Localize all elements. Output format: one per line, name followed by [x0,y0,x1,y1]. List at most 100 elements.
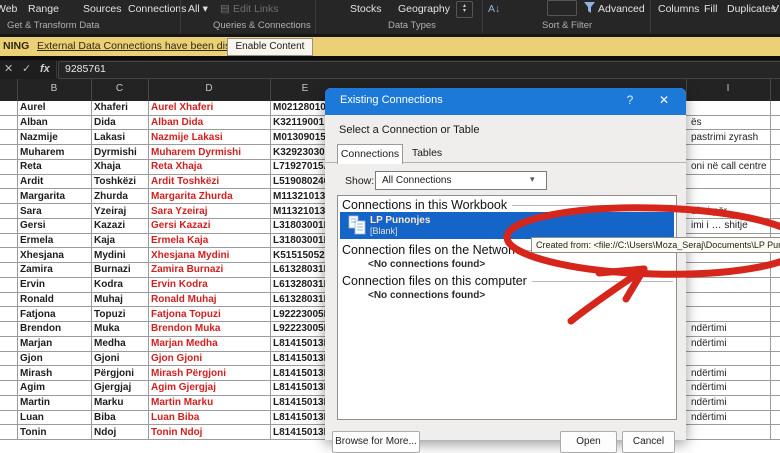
ribbon-button-sources[interactable]: Sources [83,2,122,16]
insert-function-icon[interactable]: fx [40,63,50,76]
ribbon-button-range[interactable]: Range [28,2,59,16]
cell-last-name[interactable]: Lakasi [91,130,151,144]
cell-full-name[interactable]: Zamira Burnazi [148,263,273,277]
data-validation-button[interactable]: V [772,2,779,16]
cell-last-name[interactable]: Marku [91,396,151,410]
edit-links-button[interactable]: Edit Links [233,2,279,16]
cell-last-name[interactable]: Kazazi [91,219,151,233]
cell-full-name[interactable]: Reta Xhaja [148,160,273,174]
cell-full-name[interactable]: Marjan Medha [148,337,273,351]
cell-note[interactable]: ndërtimi [688,322,780,336]
sort-ascending-icon[interactable]: A↓ [488,2,500,16]
formula-enter-icon[interactable]: ✓ [22,63,31,76]
cell-first-name[interactable]: Sara [17,204,94,218]
cell-first-name[interactable]: Ervin [17,278,94,292]
flash-fill-button[interactable]: Fill [704,2,717,16]
ribbon-button-connections[interactable]: Connections [128,2,186,16]
cell-full-name[interactable]: Nazmije Lakasi [148,130,273,144]
cell-first-name[interactable]: Nazmije [17,130,94,144]
cell-last-name[interactable]: Gjoni [91,352,151,366]
cell-full-name[interactable]: Luan Biba [148,411,273,425]
browse-for-more-button[interactable]: Browse for More... [332,431,420,453]
cell-first-name[interactable]: Gersi [17,219,94,233]
cell-last-name[interactable]: Gjergjaj [91,381,151,395]
cell-first-name[interactable]: Brendon [17,322,94,336]
cell-full-name[interactable]: Alban Dida [148,116,273,130]
cell-full-name[interactable]: Margarita Zhurda [148,189,273,203]
advanced-filter-button[interactable]: Advanced [598,2,645,16]
cell-last-name[interactable]: Mydini [91,248,151,262]
cell-full-name[interactable]: Agim Gjergjaj [148,381,273,395]
data-type-stocks[interactable]: Stocks [350,2,382,16]
cell-last-name[interactable]: Ndoj [91,425,151,439]
cell-full-name[interactable]: Aurel Xhaferi [148,101,273,115]
gallery-scroll-button[interactable]: ▴▾ [456,1,473,18]
filter-box[interactable] [547,0,577,16]
cell-full-name[interactable]: Sara Yzeiraj [148,204,273,218]
cell-note[interactable]: ndërtimi [688,337,780,351]
column-header-D[interactable]: D [148,83,270,94]
cell-last-name[interactable]: Përgjoni [91,366,151,380]
enable-content-button[interactable]: Enable Content [227,38,313,56]
cell-first-name[interactable]: Mirash [17,366,94,380]
cell-full-name[interactable]: Ervin Kodra [148,278,273,292]
cell-last-name[interactable]: Biba [91,411,151,425]
cell-first-name[interactable]: Ronald [17,293,94,307]
tab-tables[interactable]: Tables [405,144,449,163]
column-header-C[interactable]: C [91,83,148,94]
cell-first-name[interactable]: Reta [17,160,94,174]
cell-first-name[interactable]: Fatjona [17,307,94,321]
cell-full-name[interactable]: Brendon Muka [148,322,273,336]
cell-last-name[interactable]: Dyrmishi [91,145,151,159]
cell-first-name[interactable]: Ermela [17,234,94,248]
cell-first-name[interactable]: Ardit [17,175,94,189]
close-icon[interactable]: ✕ [655,93,673,109]
cell-last-name[interactable]: Medha [91,337,151,351]
cell-last-name[interactable]: Xhaja [91,160,151,174]
cell-full-name[interactable]: Ardit Toshkëzi [148,175,273,189]
cell-last-name[interactable]: Muka [91,322,151,336]
cell-full-name[interactable]: Xhesjana Mydini [148,248,273,262]
refresh-all-dropdown[interactable]: All ▾ [188,2,208,16]
cell-full-name[interactable]: Fatjona Topuzi [148,307,273,321]
cell-first-name[interactable]: Zamira [17,263,94,277]
cell-full-name[interactable]: Ermela Kaja [148,234,273,248]
cell-note[interactable]: ndërtimi [688,366,780,380]
cell-last-name[interactable]: Kodra [91,278,151,292]
cell-last-name[interactable]: Burnazi [91,263,151,277]
cell-first-name[interactable]: Xhesjana [17,248,94,262]
cell-note[interactable]: oni në call centre [688,160,780,174]
cell-full-name[interactable]: Ronald Muhaj [148,293,273,307]
cell-note[interactable]: pastrimi zyrash [688,130,780,144]
remove-duplicates-button[interactable]: Duplicates [727,2,776,16]
cell-note[interactable]: ës [688,116,780,130]
cell-last-name[interactable]: Yzeiraj [91,204,151,218]
cell-first-name[interactable]: Marjan [17,337,94,351]
cell-full-name[interactable]: Muharem Dyrmishi [148,145,273,159]
help-icon[interactable]: ? [621,93,639,109]
cell-first-name[interactable]: Margarita [17,189,94,203]
column-header-B[interactable]: B [17,83,91,94]
column-header-I[interactable]: I [686,83,770,94]
cancel-button[interactable]: Cancel [622,431,675,453]
cell-full-name[interactable]: Gjon Gjoni [148,352,273,366]
cell-note[interactable]: ndërtimi [688,381,780,395]
cell-full-name[interactable]: Gersi Kazazi [148,219,273,233]
ribbon-button-web[interactable]: Web [0,2,17,16]
cell-last-name[interactable]: Toshkëzi [91,175,151,189]
cell-last-name[interactable]: Zhurda [91,189,151,203]
cell-first-name[interactable]: Agim [17,381,94,395]
show-dropdown[interactable]: All Connections ▾ [375,171,547,190]
cell-first-name[interactable]: Tonin [17,425,94,439]
cell-first-name[interactable]: Luan [17,411,94,425]
cell-last-name[interactable]: Muhaj [91,293,151,307]
cell-note[interactable]: ndërtimi [688,411,780,425]
connection-item-selected[interactable]: LP Punonjes [Blank] [340,212,674,239]
cell-first-name[interactable]: Gjon [17,352,94,366]
cell-last-name[interactable]: Topuzi [91,307,151,321]
cell-note[interactable]: trimi për … [688,204,780,218]
data-type-geography[interactable]: Geography [398,2,450,16]
formula-input[interactable]: 9285761 [58,61,780,79]
cell-last-name[interactable]: Dida [91,116,151,130]
cell-last-name[interactable]: Xhaferi [91,101,151,115]
